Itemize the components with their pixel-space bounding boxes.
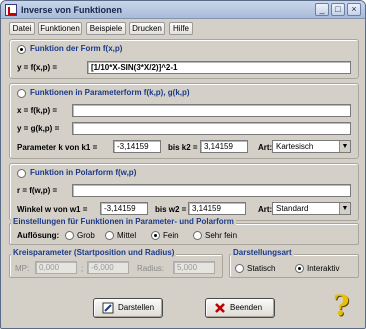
radio-param[interactable] <box>17 89 26 98</box>
quit-button[interactable]: Beenden <box>205 298 275 318</box>
polar-art-label: Art: <box>258 205 273 214</box>
polar-w2-input[interactable]: 3,14159 <box>188 202 246 215</box>
param-x-input[interactable] <box>72 104 351 117</box>
radio-grob[interactable] <box>65 231 74 240</box>
param-art-label: Art: <box>258 143 273 152</box>
draw-button-label: Darstellen <box>118 303 155 312</box>
radio-fx[interactable] <box>17 45 26 54</box>
minimize-button[interactable]: _ <box>315 3 329 16</box>
polar-art-value: Standard <box>276 204 309 213</box>
param-art-select[interactable]: Kartesisch ▼ <box>272 140 351 153</box>
circle-mp-y-input[interactable]: -6,000 <box>87 261 129 274</box>
param-y-input[interactable] <box>72 122 351 135</box>
menu-beispiele[interactable]: Beispiele <box>86 22 126 35</box>
param-to-label: bis k2 = <box>168 143 198 152</box>
app-icon <box>5 4 17 16</box>
option-statisch: Statisch <box>247 264 276 273</box>
radio-fein[interactable] <box>151 231 160 240</box>
radio-mittel[interactable] <box>105 231 114 240</box>
chevron-down-icon[interactable]: ▼ <box>339 141 350 152</box>
menu-datei[interactable]: Datei <box>9 22 35 35</box>
circle-radius-label: Radius: <box>137 264 165 273</box>
pencil-icon <box>102 302 114 314</box>
radio-statisch[interactable] <box>235 264 244 273</box>
menu-funktionen[interactable]: Funktionen <box>38 22 82 35</box>
settings-legend: Einstellungen für Funktionen in Paramete… <box>11 217 236 226</box>
polar-art-select[interactable]: Standard ▼ <box>272 202 351 215</box>
panel-settings <box>9 223 359 245</box>
draw-button[interactable]: Darstellen <box>93 298 163 318</box>
title-bar: Inverse von Funktionen _ □ × <box>1 1 365 19</box>
menu-drucken[interactable]: Drucken <box>129 22 165 35</box>
polar-to-label: bis w2 = <box>155 205 187 214</box>
help-question-icon[interactable]: ? <box>333 291 359 321</box>
fx-title: Funktion der Form f(x,p) <box>30 44 123 53</box>
fx-input[interactable]: [1/10*X-SIN(3*X/2)]^2-1 <box>87 61 351 74</box>
fx-label: y = f(x,p) = <box>17 63 58 72</box>
chevron-down-icon[interactable]: ▼ <box>339 203 350 214</box>
maximize-button[interactable]: □ <box>331 3 345 16</box>
close-icon <box>215 303 225 313</box>
option-sehr-fein: Sehr fein <box>205 231 238 240</box>
circle-sep: ; <box>81 264 84 273</box>
panel-polar: Funktion in Polarform f(w,p) r = f(w,p) … <box>9 163 359 221</box>
menu-bar: Datei Funktionen Beispiele Drucken Hilfe <box>1 19 365 37</box>
radio-interaktiv[interactable] <box>295 264 304 273</box>
circle-mp-x-input[interactable]: 0,000 <box>35 261 77 274</box>
app-window: Inverse von Funktionen _ □ × Datei Funkt… <box>0 0 366 329</box>
polar-range-label: Winkel w von w1 = <box>17 205 88 214</box>
option-fein: Fein <box>163 231 179 240</box>
option-grob: Grob <box>77 231 95 240</box>
settings-label: Auflösung: <box>17 231 60 240</box>
param-k1-input[interactable]: -3,14159 <box>113 140 161 153</box>
param-x-label: x = f(k,p) = <box>17 106 58 115</box>
param-title: Funktionen in Parameterform f(k,p), g(k,… <box>30 88 190 97</box>
window-title: Inverse von Funktionen <box>21 5 123 15</box>
radio-sehr-fein[interactable] <box>193 231 202 240</box>
menu-hilfe[interactable]: Hilfe <box>169 22 193 35</box>
param-art-value: Kartesisch <box>276 142 314 151</box>
circle-radius-input[interactable]: 5,000 <box>173 261 215 274</box>
polar-r-input[interactable] <box>72 184 351 197</box>
panel-param: Funktionen in Parameterform f(k,p), g(k,… <box>9 83 359 159</box>
circle-legend: Kreisparameter (Startposition und Radius… <box>11 248 177 257</box>
param-y-label: y = g(k,p) = <box>17 124 60 133</box>
display-legend: Darstellungsart <box>231 248 294 257</box>
circle-mp-label: MP: <box>15 264 30 273</box>
option-mittel: Mittel <box>117 231 137 240</box>
polar-title: Funktion in Polarform f(w,p) <box>30 168 137 177</box>
param-k2-input[interactable]: 3,14159 <box>200 140 248 153</box>
polar-r-label: r = f(w,p) = <box>17 186 58 195</box>
radio-polar[interactable] <box>17 169 26 178</box>
polar-w1-input[interactable]: -3,14159 <box>100 202 148 215</box>
option-interaktiv: Interaktiv <box>307 264 340 273</box>
panel-fx: Funktion der Form f(x,p) y = f(x,p) = [1… <box>9 39 359 79</box>
quit-button-label: Beenden <box>230 303 263 312</box>
param-range-label: Parameter k von k1 = <box>17 143 98 152</box>
close-button[interactable]: × <box>347 3 361 16</box>
